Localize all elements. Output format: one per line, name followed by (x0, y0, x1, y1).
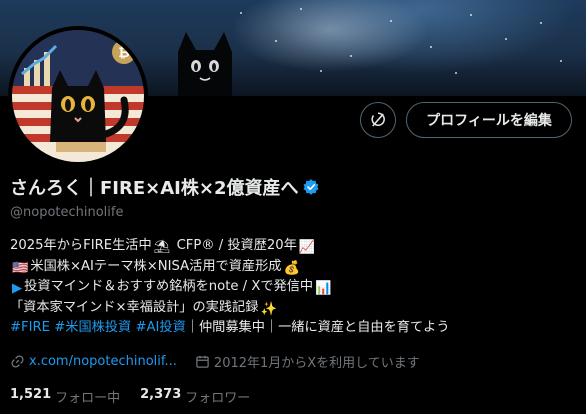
profile-link[interactable]: x.com/nopotechinolif... (29, 354, 177, 369)
followers-label: フォロワー (185, 391, 251, 406)
banner-cat-icon (178, 32, 232, 96)
join-date: 2012年1月からXを利用しています (195, 352, 420, 371)
following-count: 1,521 (10, 387, 52, 402)
bio-line-2: 🇺🇸 米国株×AIテーマ株×NISA活用で資産形成 💰 (10, 257, 580, 278)
verified-badge-icon[interactable] (302, 178, 320, 196)
calendar-icon (196, 355, 209, 368)
svg-text:₿: ₿ (118, 45, 129, 61)
beach-umbrella-icon: ⛱ (153, 240, 171, 255)
avatar[interactable]: ₿ (8, 26, 148, 166)
hashtag-fire[interactable]: #FIRE (10, 320, 50, 335)
chart-up-icon: 📈 (298, 240, 316, 255)
sparkles-icon: ✨ (260, 301, 277, 317)
followers-link[interactable]: 2,373 フォロワー (140, 387, 250, 406)
notification-button[interactable] (360, 102, 396, 138)
follow-stats: 1,521 フォロー中 2,373 フォロワー (10, 387, 270, 406)
notification-off-icon (371, 112, 385, 127)
bio-line-4: 「資本家マインド×幸福設計」の実践記録 ✨ (10, 298, 580, 319)
following-label: フォロー中 (55, 391, 121, 406)
bio: 2025年からFIRE生活中 ⛱ CFP® / 投資歴20年 📈 🇺🇸 米国株×AIテ… (10, 236, 580, 339)
following-link[interactable]: 1,521 フォロー中 (10, 387, 120, 406)
user-handle: @nopotechinolife (10, 205, 124, 220)
hashtag-us-stocks[interactable]: #米国株投資 (54, 320, 131, 335)
followers-count: 2,373 (140, 387, 182, 402)
profile-meta: x.com/nopotechinolif... 2012年1月からXを利用してい… (10, 352, 420, 371)
us-flag-icon: 🇺🇸 (12, 260, 29, 276)
display-name: さんろく｜FIRE×AI株×2億資産へ (10, 178, 299, 199)
hashtag-ai-investment[interactable]: #AI投資 (135, 320, 185, 335)
bio-line-5: #FIRE #米国株投資 #AI投資｜仲間募集中｜一緒に資産と自由を育てよう (10, 320, 450, 335)
bar-chart-icon: 📊 (315, 281, 332, 296)
money-bag-icon: 💰 (283, 260, 300, 276)
bio-line-3: ▶ 投資マインド＆おすすめ銘柄をnote / Xで発信中 📊 (10, 277, 580, 298)
play-button-icon: ▶ (12, 281, 23, 296)
link-icon (11, 355, 24, 368)
name-row: さんろく｜FIRE×AI株×2億資産へ (10, 174, 320, 200)
edit-profile-button[interactable]: プロフィールを編集 (406, 102, 572, 138)
avatar-cat-icon: ₿ (12, 30, 144, 162)
bio-line-1: 2025年からFIRE生活中 ⛱ CFP® / 投資歴20年 📈 (10, 236, 580, 257)
